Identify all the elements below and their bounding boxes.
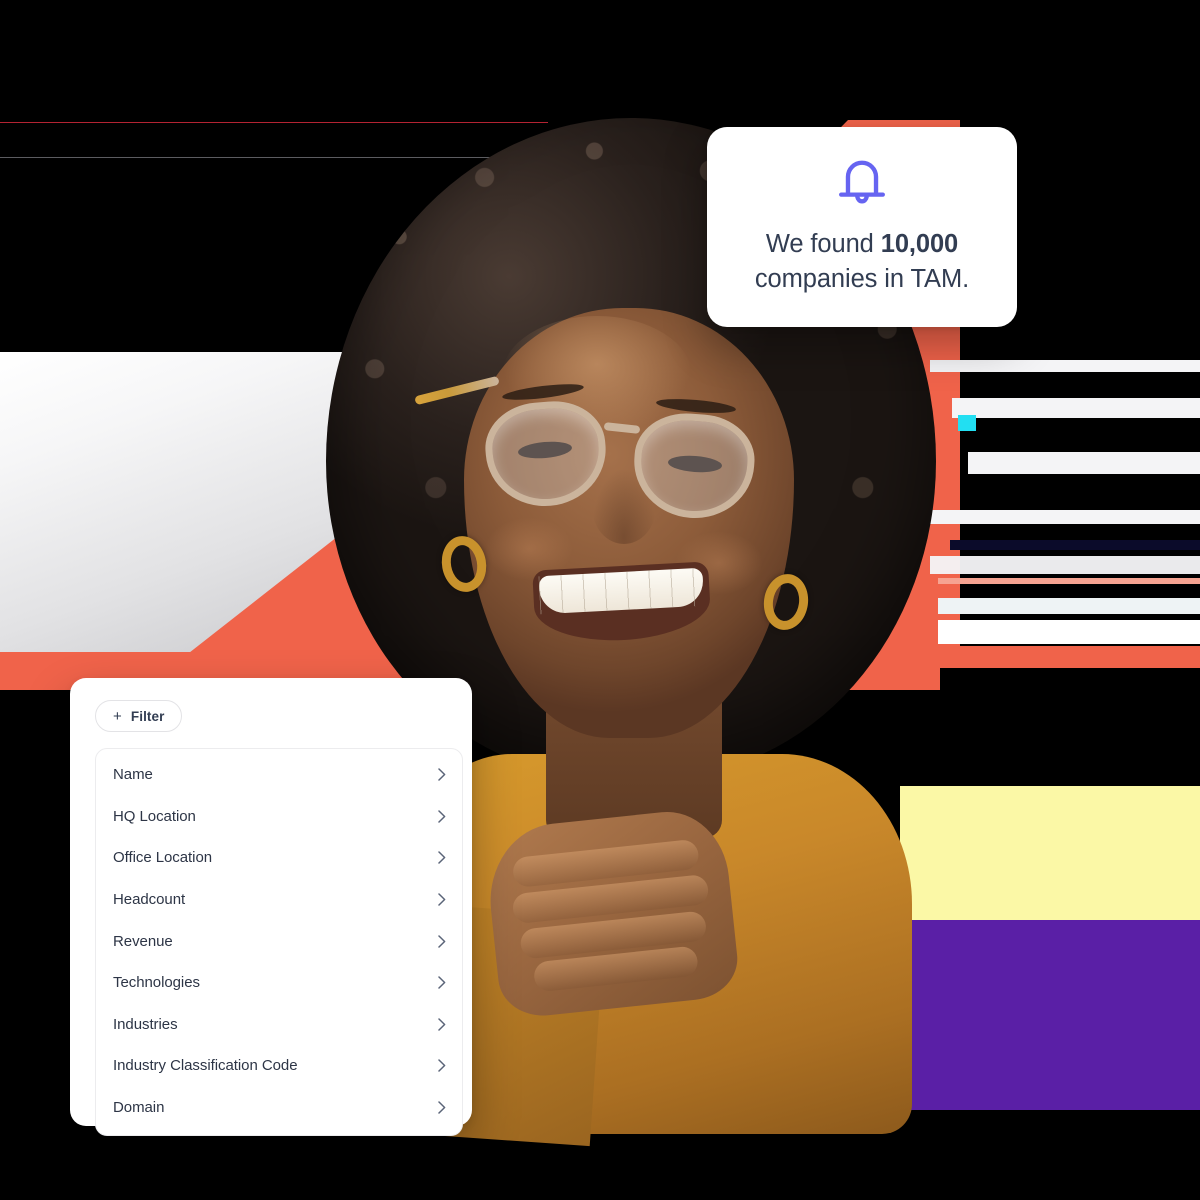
filter-row-label: Industry Classification Code <box>113 1057 298 1075</box>
chevron-right-icon <box>438 976 446 990</box>
filter-row-technologies[interactable]: Technologies <box>96 962 462 1004</box>
filter-list: Name HQ Location Office Location Headcou… <box>95 748 463 1137</box>
stripe-artifact <box>938 598 1200 614</box>
dark-stripe-artifact <box>950 540 1200 550</box>
hand-on-chin <box>482 805 742 1021</box>
filter-row-label: HQ Location <box>113 807 196 825</box>
peach-stripe-artifact <box>938 578 1200 584</box>
stripe-artifact <box>952 398 1200 418</box>
stripe-artifact <box>938 620 1200 644</box>
bell-icon <box>839 160 885 204</box>
filter-row-name[interactable]: Name <box>96 754 462 796</box>
chevron-right-icon <box>438 810 446 823</box>
filter-row-industries[interactable]: Industries <box>96 1004 462 1046</box>
chevron-right-icon <box>438 1018 446 1031</box>
filter-row-label: Industries <box>113 1015 178 1033</box>
filter-row-label: Office Location <box>113 849 213 867</box>
notification-message: We found 10,000 companies in TAM. <box>733 227 991 297</box>
filter-row-label: Technologies <box>113 974 200 992</box>
teeth-separations <box>538 567 705 615</box>
filter-row-industry-classification-code[interactable]: Industry Classification Code <box>96 1045 462 1087</box>
filter-row-office-location[interactable]: Office Location <box>96 837 462 879</box>
stripe-artifact <box>968 452 1200 474</box>
chevron-right-icon <box>438 851 446 865</box>
filter-panel: + Filter Name HQ Location Office Locatio… <box>70 678 472 1137</box>
stripe-artifact <box>930 510 1200 524</box>
filter-row-hq-location[interactable]: HQ Location <box>96 796 462 838</box>
filter-row-label: Headcount <box>113 891 186 909</box>
chevron-right-icon <box>438 934 446 948</box>
stripe-artifact <box>930 556 1200 574</box>
chevron-right-icon <box>438 1059 446 1073</box>
composition-canvas: We found 10,000 companies in TAM. + Filt… <box>0 0 1200 1200</box>
filter-row-label: Name <box>113 766 153 784</box>
notification-text-prefix: We found <box>765 230 881 258</box>
chevron-right-icon <box>438 768 446 782</box>
teeth <box>538 567 705 615</box>
stripe-artifact <box>930 360 1200 372</box>
filter-row-label: Domain <box>113 1099 165 1117</box>
notification-count: 10,000 <box>880 230 959 258</box>
notification-card: We found 10,000 companies in TAM. <box>707 127 1017 327</box>
add-filter-label: Filter <box>130 708 165 724</box>
filter-row-headcount[interactable]: Headcount <box>96 879 462 921</box>
filter-row-label: Revenue <box>113 932 173 950</box>
plus-icon: + <box>113 707 122 725</box>
filter-row-revenue[interactable]: Revenue <box>96 920 462 962</box>
notification-text-suffix: companies in TAM. <box>754 265 970 293</box>
filter-row-domain[interactable]: Domain <box>96 1087 462 1129</box>
chevron-right-icon <box>438 1101 446 1114</box>
add-filter-button[interactable]: + Filter <box>95 700 183 732</box>
chevron-right-icon <box>438 893 446 906</box>
